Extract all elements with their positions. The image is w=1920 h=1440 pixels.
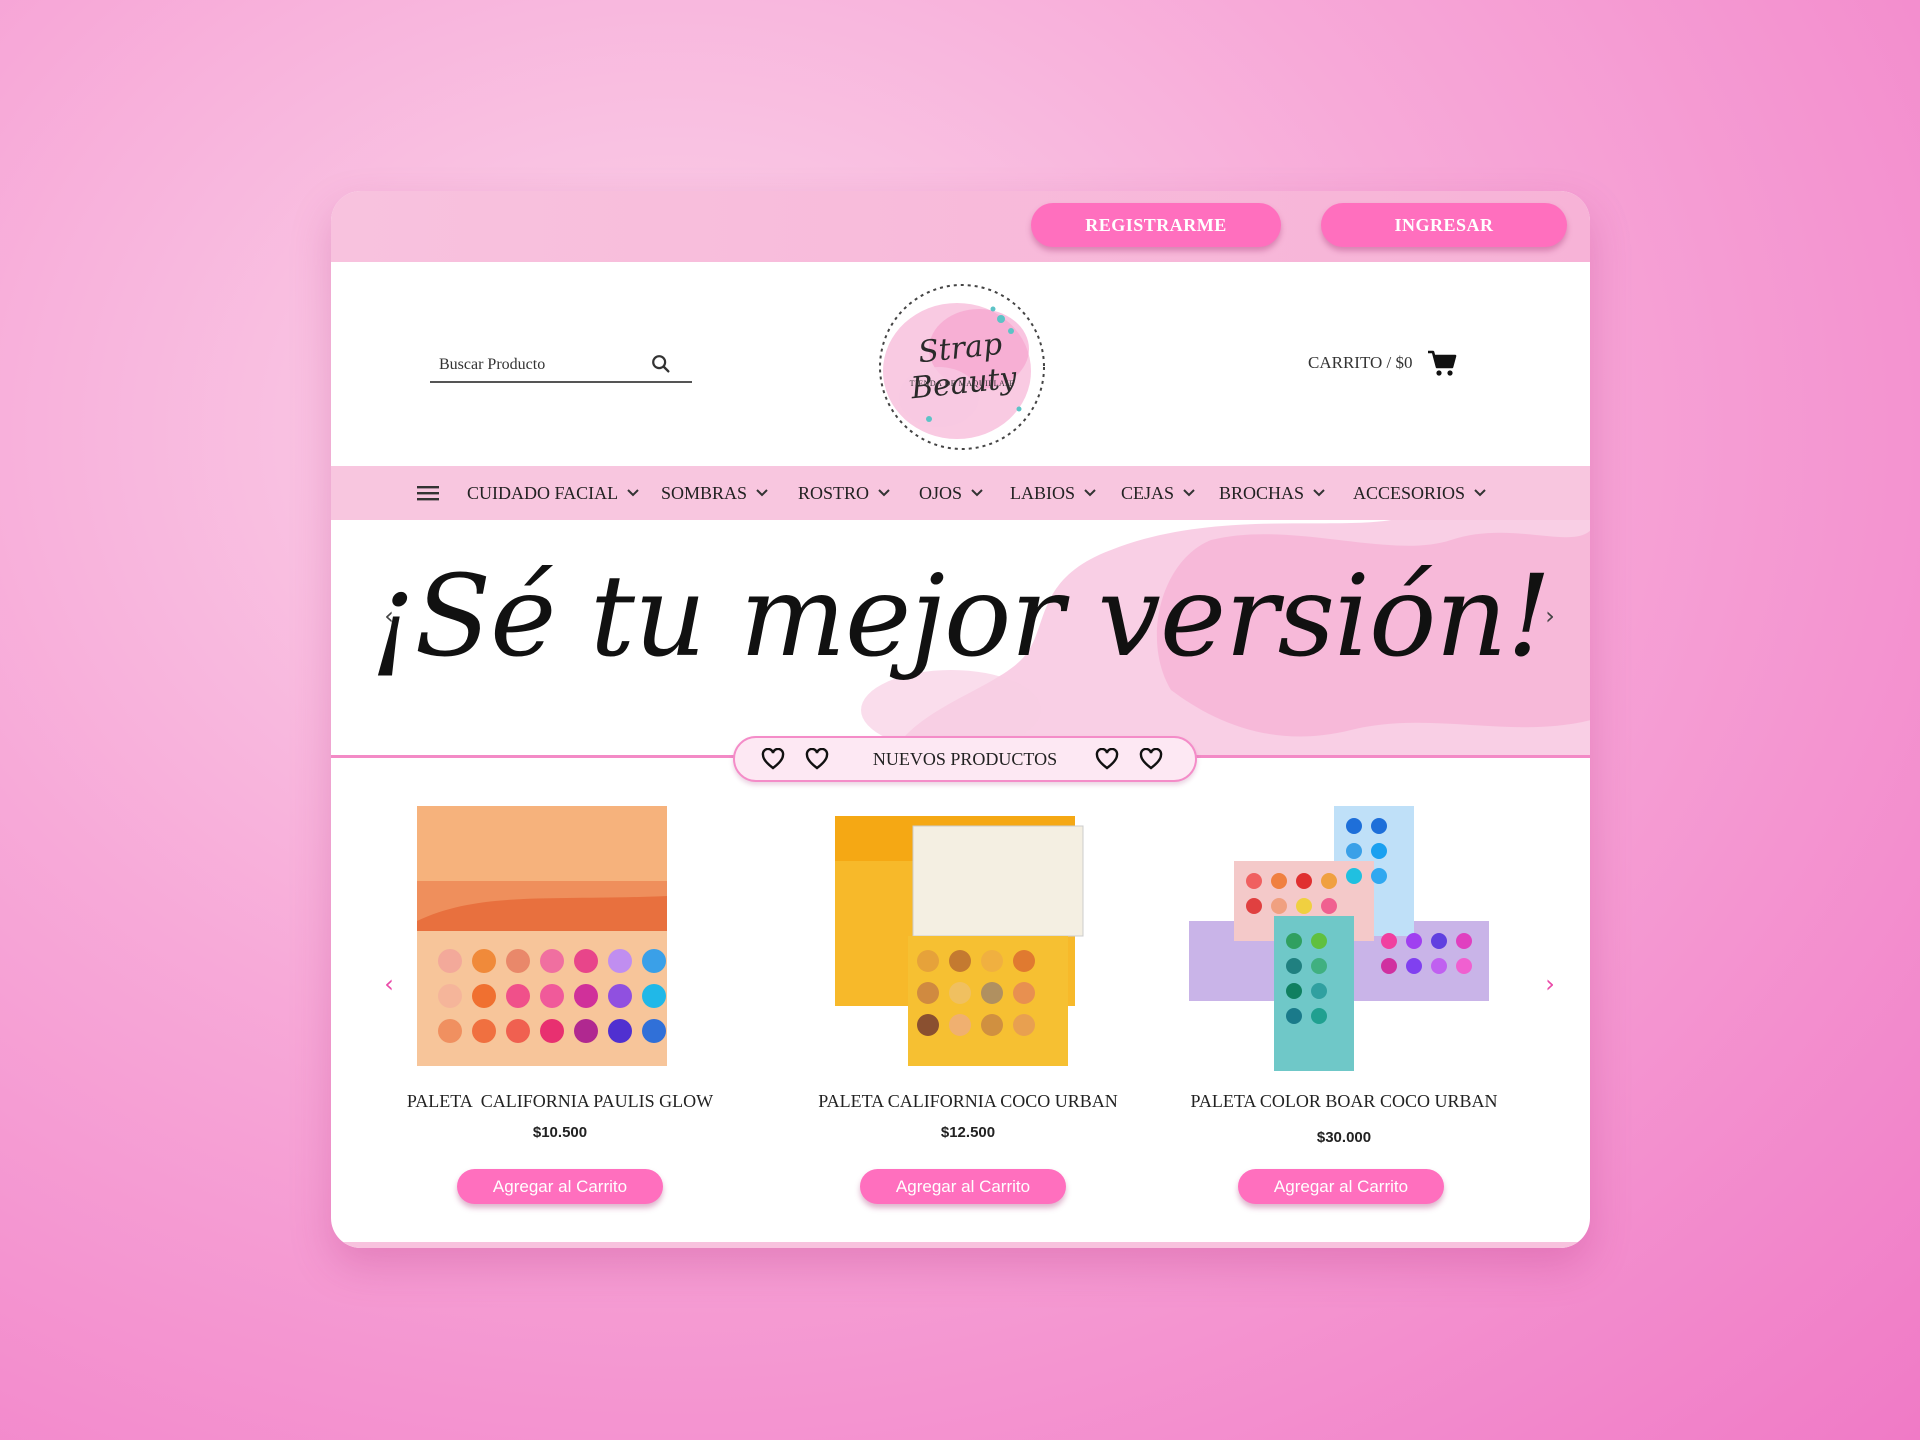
hero-prev-arrow[interactable]: ‹ xyxy=(378,602,400,630)
product-card: PALETA CALIFORNIA COCO URBAN $12.500 Agr… xyxy=(798,801,1138,1221)
cart-icon xyxy=(1427,350,1456,376)
nav-item-cuidado-facial[interactable]: CUIDADO FACIAL xyxy=(467,466,639,520)
products-next-arrow[interactable]: › xyxy=(1539,970,1561,998)
add-to-cart-button[interactable]: Agregar al Carrito xyxy=(1238,1169,1444,1204)
nav-item-ojos[interactable]: OJOS xyxy=(919,466,983,520)
category-nav: CUIDADO FACIAL SOMBRAS ROSTRO OJOS LABIO… xyxy=(331,466,1590,520)
top-bar: REGISTRARME INGRESAR xyxy=(331,191,1590,262)
brand-logo[interactable]: Strap Beauty TIENDA DE MAQUILLAJE xyxy=(869,279,1055,455)
heart-icon xyxy=(761,748,785,770)
nav-item-brochas[interactable]: BROCHAS xyxy=(1219,466,1325,520)
hamburger-menu-icon[interactable] xyxy=(417,485,439,501)
nav-item-label: CEJAS xyxy=(1121,482,1175,503)
product-card: PALETA COLOR BOAR COCO URBAN $30.000 Agr… xyxy=(1174,801,1514,1221)
nav-item-label: ROSTRO xyxy=(798,482,870,503)
nav-item-label: LABIOS xyxy=(1010,482,1076,503)
chevron-down-icon xyxy=(627,489,639,497)
product-name[interactable]: PALETA CALIFORNIA PAULIS GLOW xyxy=(390,1091,730,1112)
search-bar xyxy=(430,351,692,383)
product-name[interactable]: PALETA CALIFORNIA COCO URBAN xyxy=(798,1091,1138,1112)
product-card: PALETA CALIFORNIA PAULIS GLOW $10.500 Ag… xyxy=(390,801,730,1221)
heart-icon xyxy=(805,748,829,770)
product-price: $10.500 xyxy=(532,1124,588,1141)
nav-item-accesorios[interactable]: ACCESORIOS xyxy=(1353,466,1486,520)
add-to-cart-button[interactable]: Agregar al Carrito xyxy=(860,1169,1066,1204)
product-name[interactable]: PALETA COLOR BOAR COCO URBAN xyxy=(1174,1091,1514,1112)
section-header: NUEVOS PRODUCTOS xyxy=(733,736,1197,782)
hero-title: ¡Sé tu mejor versión! xyxy=(370,552,1551,682)
search-input[interactable] xyxy=(437,351,651,379)
logo-tagline: TIENDA DE MAQUILLAJE xyxy=(909,379,1015,388)
nav-item-label: OJOS xyxy=(919,482,963,503)
nav-item-labios[interactable]: LABIOS xyxy=(1010,466,1096,520)
nav-item-sombras[interactable]: SOMBRAS xyxy=(661,466,768,520)
product-image[interactable] xyxy=(390,801,730,1071)
nav-item-label: ACCESORIOS xyxy=(1353,482,1466,503)
chevron-down-icon xyxy=(878,489,890,497)
heart-icon xyxy=(1095,748,1119,770)
hero-banner: ¡Sé tu mejor versión! ‹ › xyxy=(331,520,1590,757)
nav-item-rostro[interactable]: ROSTRO xyxy=(798,466,890,520)
hero-next-arrow[interactable]: › xyxy=(1539,602,1561,630)
login-button[interactable]: INGRESAR xyxy=(1321,203,1567,247)
chevron-down-icon xyxy=(1183,489,1195,497)
nav-item-label: SOMBRAS xyxy=(661,482,748,503)
product-price: $30.000 xyxy=(1316,1129,1372,1146)
product-price: $12.500 xyxy=(940,1124,996,1141)
cart-label: CARRITO / $0 xyxy=(1308,353,1413,372)
product-image[interactable] xyxy=(798,801,1138,1071)
footer-strip xyxy=(331,1242,1590,1248)
chevron-down-icon xyxy=(1084,489,1096,497)
register-button[interactable]: REGISTRARME xyxy=(1031,203,1281,247)
chevron-down-icon xyxy=(971,489,983,497)
nav-item-cejas[interactable]: CEJAS xyxy=(1121,466,1195,520)
search-icon[interactable] xyxy=(650,353,672,375)
chevron-down-icon xyxy=(1313,489,1325,497)
nav-item-label: BROCHAS xyxy=(1219,482,1305,503)
section-title: NUEVOS PRODUCTOS xyxy=(872,748,1058,769)
nav-item-label: CUIDADO FACIAL xyxy=(467,482,619,503)
add-to-cart-button[interactable]: Agregar al Carrito xyxy=(457,1169,663,1204)
cart-link[interactable]: CARRITO / $0 xyxy=(1308,348,1457,378)
storefront-window: REGISTRARME INGRESAR Strap Beauty TIENDA… xyxy=(331,191,1590,1248)
chevron-down-icon xyxy=(756,489,768,497)
product-image[interactable] xyxy=(1174,801,1514,1071)
heart-icon xyxy=(1139,748,1163,770)
chevron-down-icon xyxy=(1474,489,1486,497)
